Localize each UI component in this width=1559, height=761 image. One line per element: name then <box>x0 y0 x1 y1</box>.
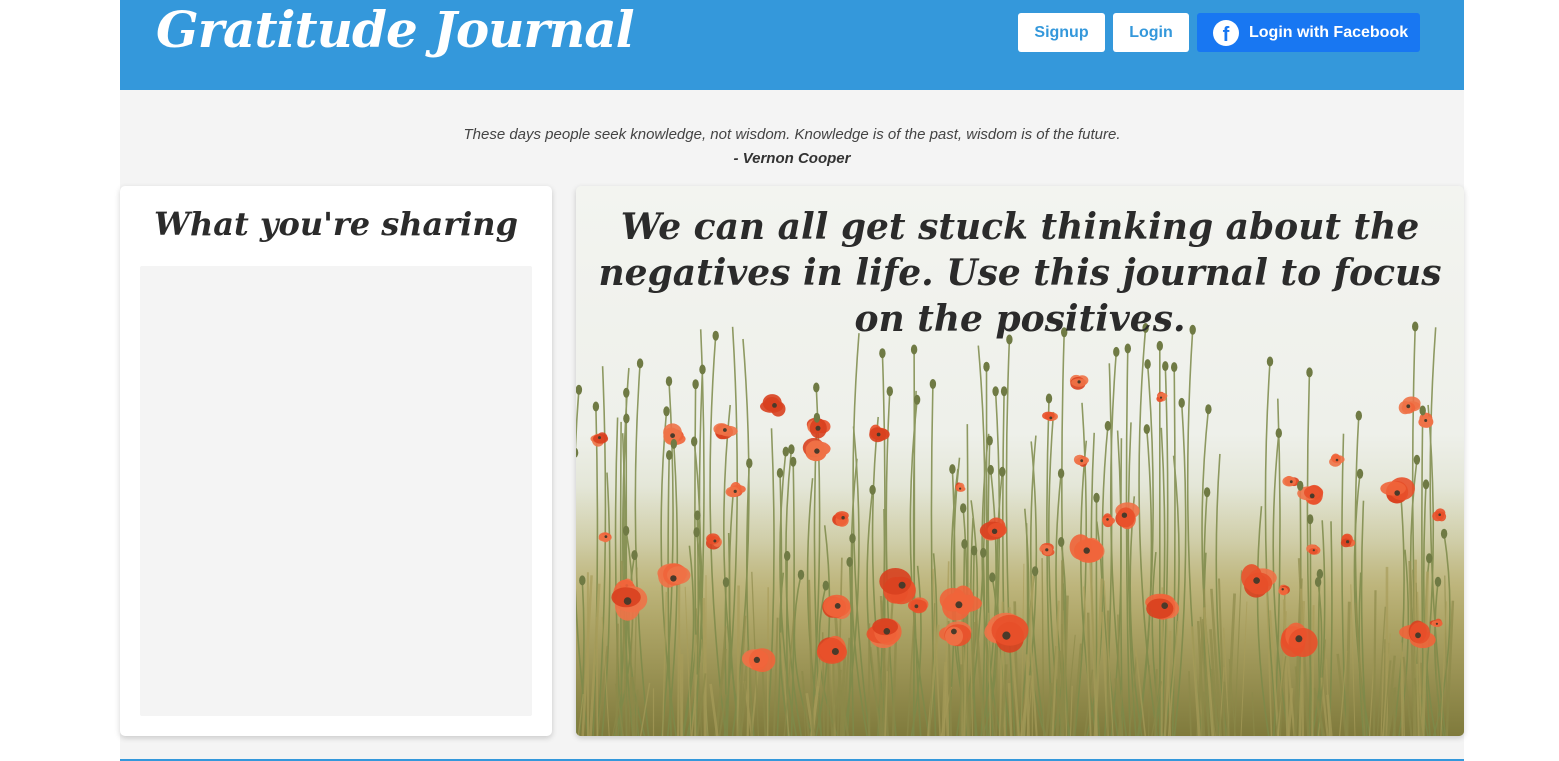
facebook-login-button[interactable]: f Login with Facebook <box>1197 13 1420 52</box>
brand-logo[interactable]: Gratitude Journal <box>156 0 635 62</box>
login-button[interactable]: Login <box>1113 13 1189 52</box>
sharing-feed <box>140 266 532 716</box>
quote-text: These days people seek knowledge, not wi… <box>463 126 1121 143</box>
quote-author: - Vernon Cooper <box>733 150 851 167</box>
top-header: Gratitude Journal Signup Login f Login w… <box>120 0 1464 90</box>
page: Gratitude Journal Signup Login f Login w… <box>120 0 1464 761</box>
signup-button[interactable]: Signup <box>1018 13 1105 52</box>
facebook-login-label: Login with Facebook <box>1249 24 1409 41</box>
facebook-icon: f <box>1213 20 1239 46</box>
sharing-card: What you're sharing <box>120 186 552 736</box>
hero-headline: We can all get stuck thinking about the … <box>598 206 1442 340</box>
hero-panel: We can all get stuck thinking about the … <box>576 186 1464 736</box>
sharing-title: What you're sharing <box>154 205 518 243</box>
